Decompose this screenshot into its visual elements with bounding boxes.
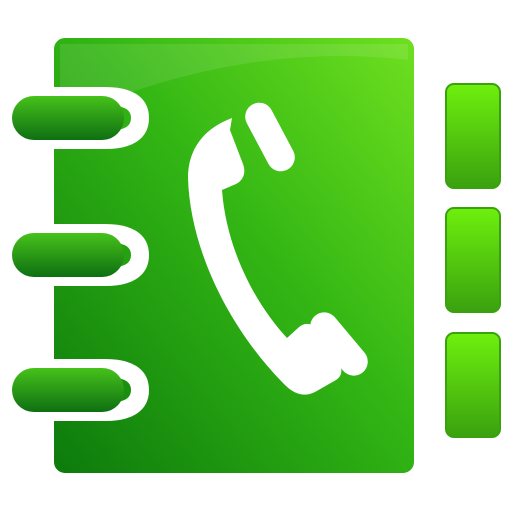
index-tab	[445, 207, 501, 313]
phone-book-icon	[11, 36, 501, 475]
spiral-rings	[11, 87, 150, 421]
index-tabs	[445, 83, 501, 438]
spiral-ring	[11, 224, 150, 286]
spiral-ring	[11, 87, 150, 149]
index-tab	[445, 83, 501, 189]
index-tab	[445, 332, 501, 438]
phone-book-app-icon[interactable]	[0, 0, 512, 512]
spiral-ring	[11, 359, 150, 421]
